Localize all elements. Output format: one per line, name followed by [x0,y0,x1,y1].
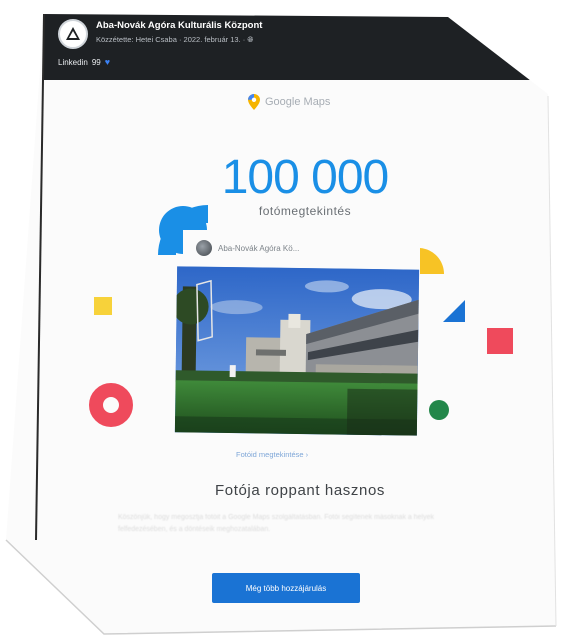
building-photo [174,266,420,436]
decor-blue-triangle [443,300,465,322]
views-label: fotómegtekintés [258,204,352,218]
reactions-label: Linkedin [58,57,88,67]
decor-red-square [487,328,513,354]
reactions-count: 99 [91,57,101,67]
decor-green-dot [429,400,449,420]
view-photos-link[interactable]: Fotóid megtekintése › [236,450,308,459]
author-avatar [196,240,212,256]
post-meta-text: Közzétette: Hetei Csaba · 2022. február … [96,35,246,44]
photo-author[interactable]: Aba-Novák Agóra Kö... [196,240,299,256]
heart-icon: ♥ [104,57,111,67]
card-body-text: Köszönjük, hogy megosztja fotóit a Googl… [118,514,434,533]
decor-yellow-square [94,297,112,315]
brand-label: Google Maps [265,96,331,108]
views-count: 100 000 [221,151,390,204]
featured-photo[interactable] [174,266,420,436]
decor-red-ring [89,383,133,427]
globe-icon: 🌐︎ [247,35,254,44]
google-maps-pin-icon [248,94,260,110]
page-name[interactable]: Aba-Novák Agóra Kulturális Központ [96,20,262,31]
card-heading: Fotója roppant hasznos [215,482,385,499]
agora-logo-icon [66,27,80,40]
google-maps-brand: Google Maps [248,94,330,110]
post-meta: Közzétette: Hetei Csaba · 2022. február … [96,35,253,45]
reactions-bar[interactable]: Linkedin 99 ♥ [58,57,110,67]
author-name: Aba-Novák Agóra Kö... [218,243,300,253]
more-contributions-button[interactable]: Még több hozzájárulás [212,573,360,603]
decor-yellow-half-circle [420,248,445,274]
page-avatar[interactable] [58,19,88,49]
